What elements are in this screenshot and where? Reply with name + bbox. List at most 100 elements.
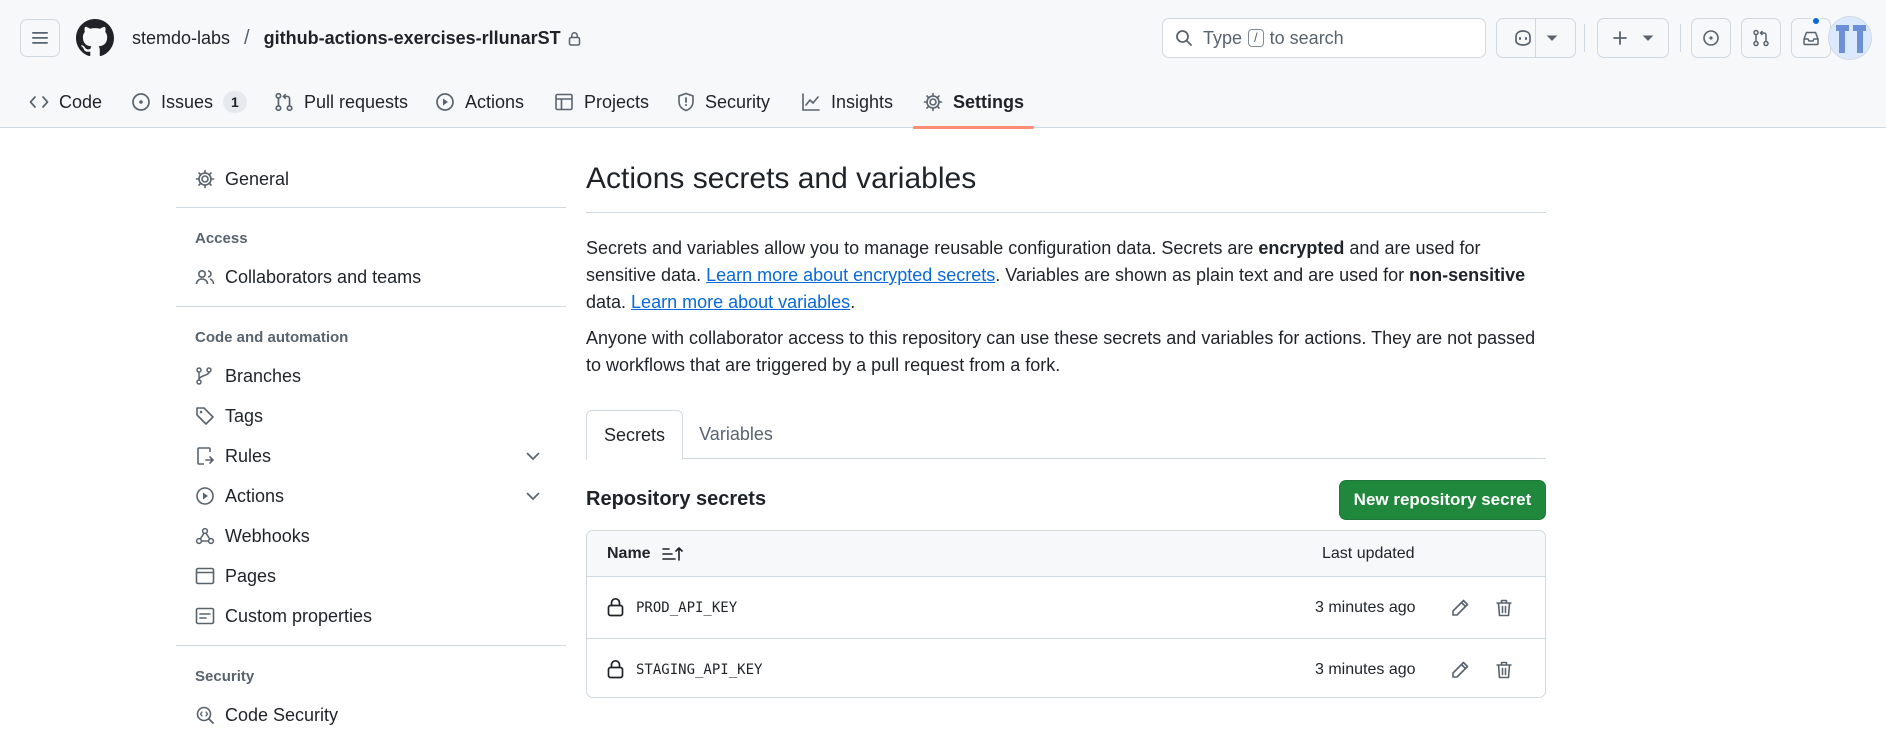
tab-code[interactable]: Code <box>29 76 102 128</box>
secret-updated: 3 minutes ago <box>1315 598 1416 616</box>
breadcrumb-repo-link[interactable]: github-actions-exercises-rllunarST <box>264 28 561 49</box>
sidebar-item-rules[interactable]: Rules <box>176 437 566 475</box>
sidebar-item-branches[interactable]: Branches <box>176 357 566 395</box>
tab-label: Projects <box>584 91 650 112</box>
sidebar-item-label: Custom properties <box>225 605 373 626</box>
copilot-split-divider <box>1535 19 1536 57</box>
description-text: Secrets and variables allow you to manag… <box>586 238 1259 258</box>
tab-label: Insights <box>831 91 894 112</box>
edit-secret-button[interactable] <box>1448 596 1472 620</box>
sidebar-item-label: Code Security <box>225 704 339 725</box>
column-header-label: Name <box>607 545 651 562</box>
sidebar-divider <box>176 306 566 307</box>
issues-button[interactable] <box>1691 18 1731 58</box>
tab-projects[interactable]: Projects <box>554 76 649 128</box>
tab-label: Pull requests <box>304 91 409 112</box>
sidebar-item-collaborators[interactable]: Collaborators and teams <box>176 258 566 296</box>
tab-label: Actions <box>465 91 525 112</box>
repo-rules-icon <box>197 447 215 465</box>
breadcrumb-owner-link[interactable]: stemdo-labs <box>132 28 230 49</box>
sidebar-item-label: Rules <box>225 445 272 466</box>
play-icon <box>196 487 214 505</box>
secret-name: STAGING_API_KEY <box>636 661 763 678</box>
description-text: . <box>850 292 856 312</box>
breadcrumb: stemdo-labs / github-actions-exercises-r… <box>132 26 581 50</box>
sidebar-item-custom-properties[interactable]: Custom properties <box>176 597 566 635</box>
search-icon <box>1176 30 1192 46</box>
pull-requests-button[interactable] <box>1741 18 1781 58</box>
sidebar-item-label: Collaborators and teams <box>225 266 422 287</box>
secrets-variables-tabs: Secrets Variables <box>586 410 1546 460</box>
trash-icon <box>1496 661 1512 679</box>
tab-label: Code <box>59 91 103 112</box>
avatar-image <box>1829 17 1871 59</box>
title-divider <box>586 212 1546 213</box>
graph-icon <box>802 93 820 111</box>
chevron-down-icon[interactable] <box>526 452 540 461</box>
tab-insights[interactable]: Insights <box>801 76 893 128</box>
table-row: PROD_API_KEY 3 minutes ago <box>587 577 1545 638</box>
trash-icon <box>1496 599 1512 617</box>
hamburger-icon <box>32 32 48 44</box>
tab-label: Settings <box>953 91 1025 112</box>
page-title: Actions secrets and variables <box>586 162 977 195</box>
repo-nav-tabs: Code Issues 1 Pull requests Actions Proj… <box>0 76 1886 129</box>
description-text: data. <box>586 292 632 312</box>
tab-secrets[interactable]: Secrets <box>586 410 683 460</box>
delete-secret-button[interactable] <box>1492 596 1516 620</box>
table-icon <box>555 93 573 111</box>
create-new-button[interactable] <box>1597 18 1669 58</box>
collaborator-note: Anyone with collaborator access to this … <box>586 328 1536 375</box>
lock-icon <box>607 597 624 617</box>
chevron-down-icon[interactable] <box>1546 34 1558 42</box>
user-avatar[interactable] <box>1828 16 1872 60</box>
chevron-down-icon[interactable] <box>526 492 540 501</box>
inbox-icon <box>1803 31 1819 46</box>
sidebar-divider <box>176 207 566 208</box>
play-icon <box>436 93 454 111</box>
edit-secret-button[interactable] <box>1448 658 1472 682</box>
header-divider <box>1584 24 1585 52</box>
column-name-header[interactable]: Name <box>607 531 683 577</box>
learn-more-secrets-link[interactable]: Learn more about encrypted secrets <box>706 265 995 285</box>
tab-security[interactable]: Security <box>677 76 770 128</box>
new-repository-secret-button[interactable]: New repository secret <box>1339 480 1546 520</box>
repo-header: stemdo-labs / github-actions-exercises-r… <box>0 0 1886 129</box>
description-bold: non-sensitive <box>1409 265 1526 285</box>
sidebar-item-tags[interactable]: Tags <box>176 397 566 435</box>
tab-pull-requests[interactable]: Pull requests <box>274 76 408 128</box>
secrets-table: Name Last updated PROD_API_KEY 3 minutes… <box>586 530 1546 698</box>
search-input[interactable]: Type / to search <box>1162 18 1486 58</box>
tab-issues[interactable]: Issues 1 <box>131 76 247 128</box>
tab-variables[interactable]: Variables <box>683 410 789 459</box>
search-suffix: to search <box>1269 27 1344 48</box>
browser-icon <box>195 567 215 585</box>
tab-actions[interactable]: Actions <box>435 76 524 128</box>
delete-secret-button[interactable] <box>1492 658 1516 682</box>
menu-button[interactable] <box>20 19 60 57</box>
sidebar-item-pages[interactable]: Pages <box>176 557 566 595</box>
breadcrumb-separator: / <box>244 26 250 49</box>
gear-icon <box>923 92 943 112</box>
description-paragraph: Secrets and variables allow you to manag… <box>586 235 1546 316</box>
learn-more-variables-link[interactable]: Learn more about variables <box>631 292 850 312</box>
tag-icon <box>196 407 214 425</box>
sort-asc-icon <box>661 547 683 561</box>
git-pull-request-icon <box>1753 29 1769 47</box>
github-logo-icon[interactable] <box>76 19 114 57</box>
sidebar-item-label: Pages <box>225 565 277 586</box>
issues-count-badge: 1 <box>223 91 247 113</box>
sidebar-item-code-security[interactable]: Code Security <box>176 696 566 734</box>
tab-settings[interactable]: Settings <box>912 76 1035 129</box>
sidebar-item-label: Tags <box>225 405 264 426</box>
sidebar-divider <box>176 645 566 646</box>
sidebar-heading-access: Access <box>195 230 248 247</box>
notification-indicator <box>1811 16 1821 26</box>
sidebar-item-webhooks[interactable]: Webhooks <box>176 517 566 555</box>
copilot-button[interactable] <box>1496 18 1576 58</box>
gear-icon <box>195 169 215 189</box>
pencil-icon <box>1452 599 1469 616</box>
sidebar-item-actions[interactable]: Actions <box>176 477 566 515</box>
sidebar-item-general[interactable]: General <box>176 160 566 198</box>
search-prefix: Type <box>1203 27 1243 48</box>
